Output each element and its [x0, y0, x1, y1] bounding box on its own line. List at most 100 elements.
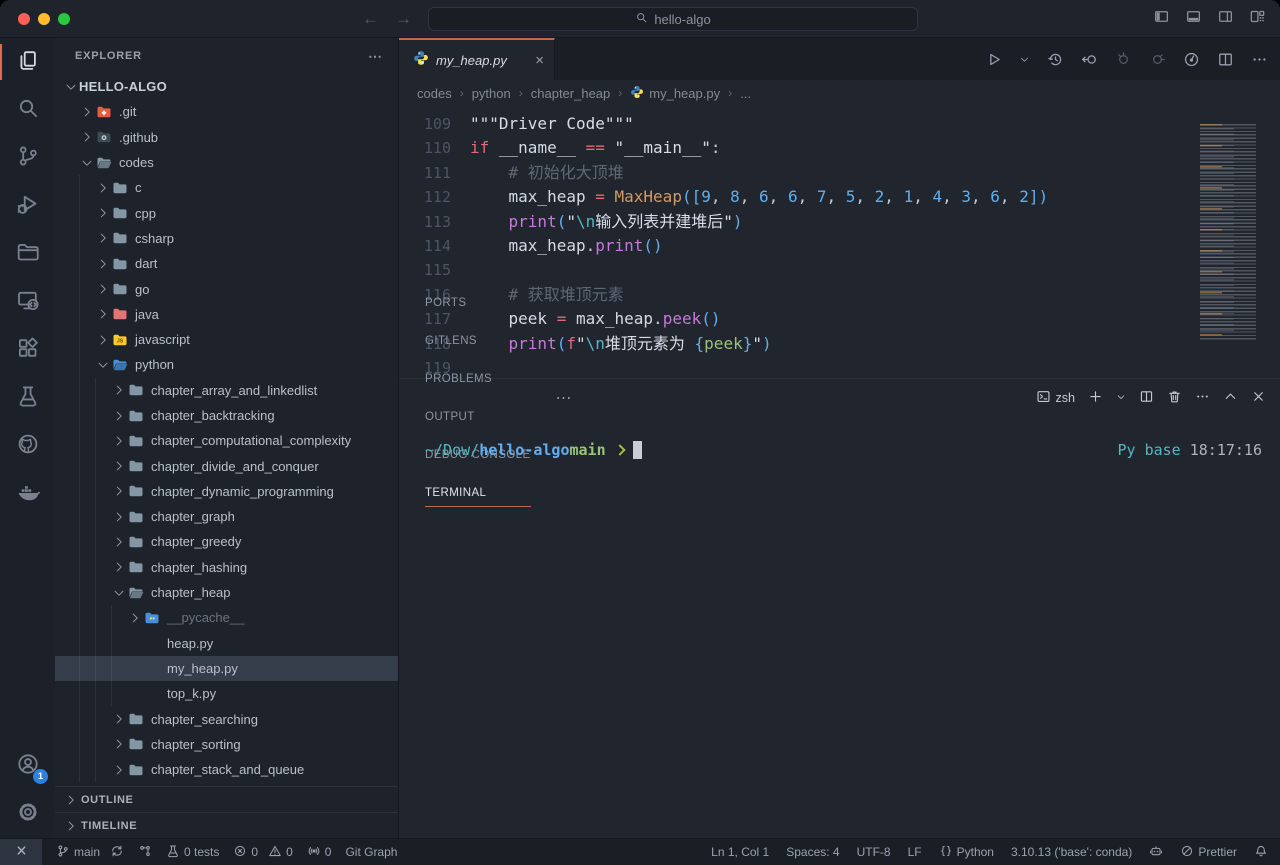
tree-item-chapter-computational-complexity[interactable]: chapter_computational_complexity	[55, 428, 398, 453]
breadcrumb-codes[interactable]: codes	[417, 86, 452, 101]
customize-layout-icon[interactable]	[1249, 8, 1266, 30]
tree-item-javascript[interactable]: JSjavascript	[55, 327, 398, 352]
nav-forward-icon[interactable]	[1149, 51, 1166, 68]
tab-close-icon[interactable]: ×	[535, 52, 544, 69]
tree-item-chapter-searching[interactable]: chapter_searching	[55, 706, 398, 731]
activity-explorer[interactable]	[0, 38, 55, 86]
activity-extensions[interactable]	[0, 326, 55, 374]
branch-indicator[interactable]: main	[56, 844, 124, 861]
split-editor-icon[interactable]	[1217, 51, 1234, 68]
more-terminal-icon[interactable]	[1195, 389, 1210, 407]
maximize-panel-icon[interactable]	[1223, 389, 1238, 407]
command-center-search[interactable]: hello-algo	[428, 7, 918, 31]
tree-item--github[interactable]: .github	[55, 125, 398, 150]
tree-item--pycache-[interactable]: __pycache__	[55, 605, 398, 630]
layout-sidebar-right-icon[interactable]	[1217, 8, 1234, 30]
tree-item-chapter-stack-and-queue[interactable]: chapter_stack_and_queue	[55, 757, 398, 782]
python-interpreter[interactable]: 3.10.13 ('base': conda)	[1011, 845, 1132, 859]
activity-github[interactable]	[0, 422, 55, 470]
cursor-position[interactable]: Ln 1, Col 1	[711, 845, 769, 859]
breadcrumb-chapter_heap[interactable]: chapter_heap	[531, 86, 611, 101]
tree-item-heap-py[interactable]: heap.py	[55, 631, 398, 656]
tree-item-java[interactable]: java	[55, 302, 398, 327]
ports-indicator[interactable]: 0	[307, 844, 332, 861]
activity-search[interactable]	[0, 86, 55, 134]
activity-remote-explorer[interactable]	[0, 278, 55, 326]
panel-tab-ports[interactable]: PORTS	[425, 284, 531, 322]
tree-item-chapter-array-and-linkedlist[interactable]: chapter_array_and_linkedlist	[55, 378, 398, 403]
activity-docker[interactable]	[0, 470, 55, 518]
breadcrumb-file[interactable]: my_heap.py	[630, 85, 720, 102]
file-history-icon[interactable]	[1047, 51, 1064, 68]
remote-indicator[interactable]	[0, 839, 42, 865]
layout-sidebar-left-icon[interactable]	[1153, 8, 1170, 30]
language-mode[interactable]: Python	[939, 844, 994, 861]
tree-item-chapter-divide-and-conquer[interactable]: chapter_divide_and_conquer	[55, 453, 398, 478]
history-forward-icon[interactable]: →	[395, 9, 412, 29]
activity-project-folder[interactable]	[0, 230, 55, 278]
terminal[interactable]: ~/Dow/hello-algo main Py base 18:17:16	[399, 417, 1280, 838]
indentation[interactable]: Spaces: 4	[786, 845, 839, 859]
activity-accounts[interactable]: 1	[0, 742, 55, 790]
minimap[interactable]	[1200, 114, 1266, 344]
activity-testing[interactable]	[0, 374, 55, 422]
split-terminal-icon[interactable]	[1139, 389, 1154, 407]
tree-item-csharp[interactable]: csharp	[55, 226, 398, 251]
tree-item-chapter-backtracking[interactable]: chapter_backtracking	[55, 403, 398, 428]
timeline-section[interactable]: TIMELINE	[55, 812, 398, 838]
activity-settings[interactable]	[0, 790, 55, 838]
broadcast-icon	[307, 844, 321, 861]
copilot-icon[interactable]	[1149, 844, 1163, 861]
tree-item-cpp[interactable]: cpp	[55, 200, 398, 225]
tree-item-chapter-sorting[interactable]: chapter_sorting	[55, 732, 398, 757]
breadcrumb-symbol[interactable]: ...	[740, 86, 751, 101]
breadcrumb-python[interactable]: python	[472, 86, 511, 101]
outline-section[interactable]: OUTLINE	[55, 786, 398, 812]
close-window-button[interactable]	[18, 13, 30, 25]
tree-item-python[interactable]: python	[55, 352, 398, 377]
eol[interactable]: LF	[908, 845, 922, 859]
git-graph-button[interactable]: Git Graph	[345, 845, 397, 859]
notifications-icon[interactable]	[1254, 844, 1268, 861]
encoding[interactable]: UTF-8	[857, 845, 891, 859]
prettier-status[interactable]: Prettier	[1180, 844, 1237, 861]
more-actions-icon[interactable]	[1251, 51, 1268, 68]
history-back-icon[interactable]: ←	[362, 9, 379, 29]
nav-back-icon[interactable]	[1115, 51, 1132, 68]
new-terminal-icon[interactable]	[1088, 389, 1103, 407]
panel-tab-problems[interactable]: PROBLEMS	[425, 360, 531, 398]
run-dropdown-icon[interactable]	[1019, 54, 1030, 65]
tree-item-chapter-graph[interactable]: chapter_graph	[55, 504, 398, 529]
tree-item-go[interactable]: go	[55, 276, 398, 301]
tree-item-chapter-greedy[interactable]: chapter_greedy	[55, 529, 398, 554]
layout-panel-icon[interactable]	[1185, 8, 1202, 30]
tree-item-codes[interactable]: codes	[55, 150, 398, 175]
tree-item-my-heap-py[interactable]: my_heap.py	[55, 656, 398, 681]
activity-source-control[interactable]	[0, 134, 55, 182]
tests-indicator[interactable]: 0 tests	[166, 844, 219, 861]
tree-item-dart[interactable]: dart	[55, 251, 398, 276]
run-button[interactable]	[985, 51, 1002, 68]
panel-tab-gitlens[interactable]: GITLENS	[425, 322, 531, 360]
explorer-more-actions[interactable]: ⋯	[368, 48, 384, 65]
tree-item-chapter-heap[interactable]: chapter_heap	[55, 580, 398, 605]
gitlens-compare-icon[interactable]	[1081, 51, 1098, 68]
zoom-window-button[interactable]	[58, 13, 70, 25]
tree-item--git[interactable]: .git	[55, 99, 398, 124]
git-graph-icon-button[interactable]	[138, 844, 152, 861]
activity-run-debug[interactable]	[0, 182, 55, 230]
profile-icon[interactable]	[1183, 51, 1200, 68]
tree-item-top-k-py[interactable]: top_k.py	[55, 681, 398, 706]
shell-select[interactable]: zsh	[1036, 389, 1075, 407]
minimize-window-button[interactable]	[38, 13, 50, 25]
tree-item-hello-algo[interactable]: HELLO-ALGO	[55, 74, 398, 99]
panel-tabs-more[interactable]: ⋯	[556, 388, 574, 408]
tab-my-heap[interactable]: my_heap.py ×	[399, 38, 555, 80]
tree-item-chapter-dynamic-programming[interactable]: chapter_dynamic_programming	[55, 479, 398, 504]
problems-indicator[interactable]: 00	[233, 844, 292, 861]
tree-item-chapter-hashing[interactable]: chapter_hashing	[55, 555, 398, 580]
close-panel-icon[interactable]	[1251, 389, 1266, 407]
kill-terminal-icon[interactable]	[1167, 389, 1182, 407]
terminal-dropdown-icon[interactable]	[1116, 391, 1126, 405]
tree-item-c[interactable]: c	[55, 175, 398, 200]
